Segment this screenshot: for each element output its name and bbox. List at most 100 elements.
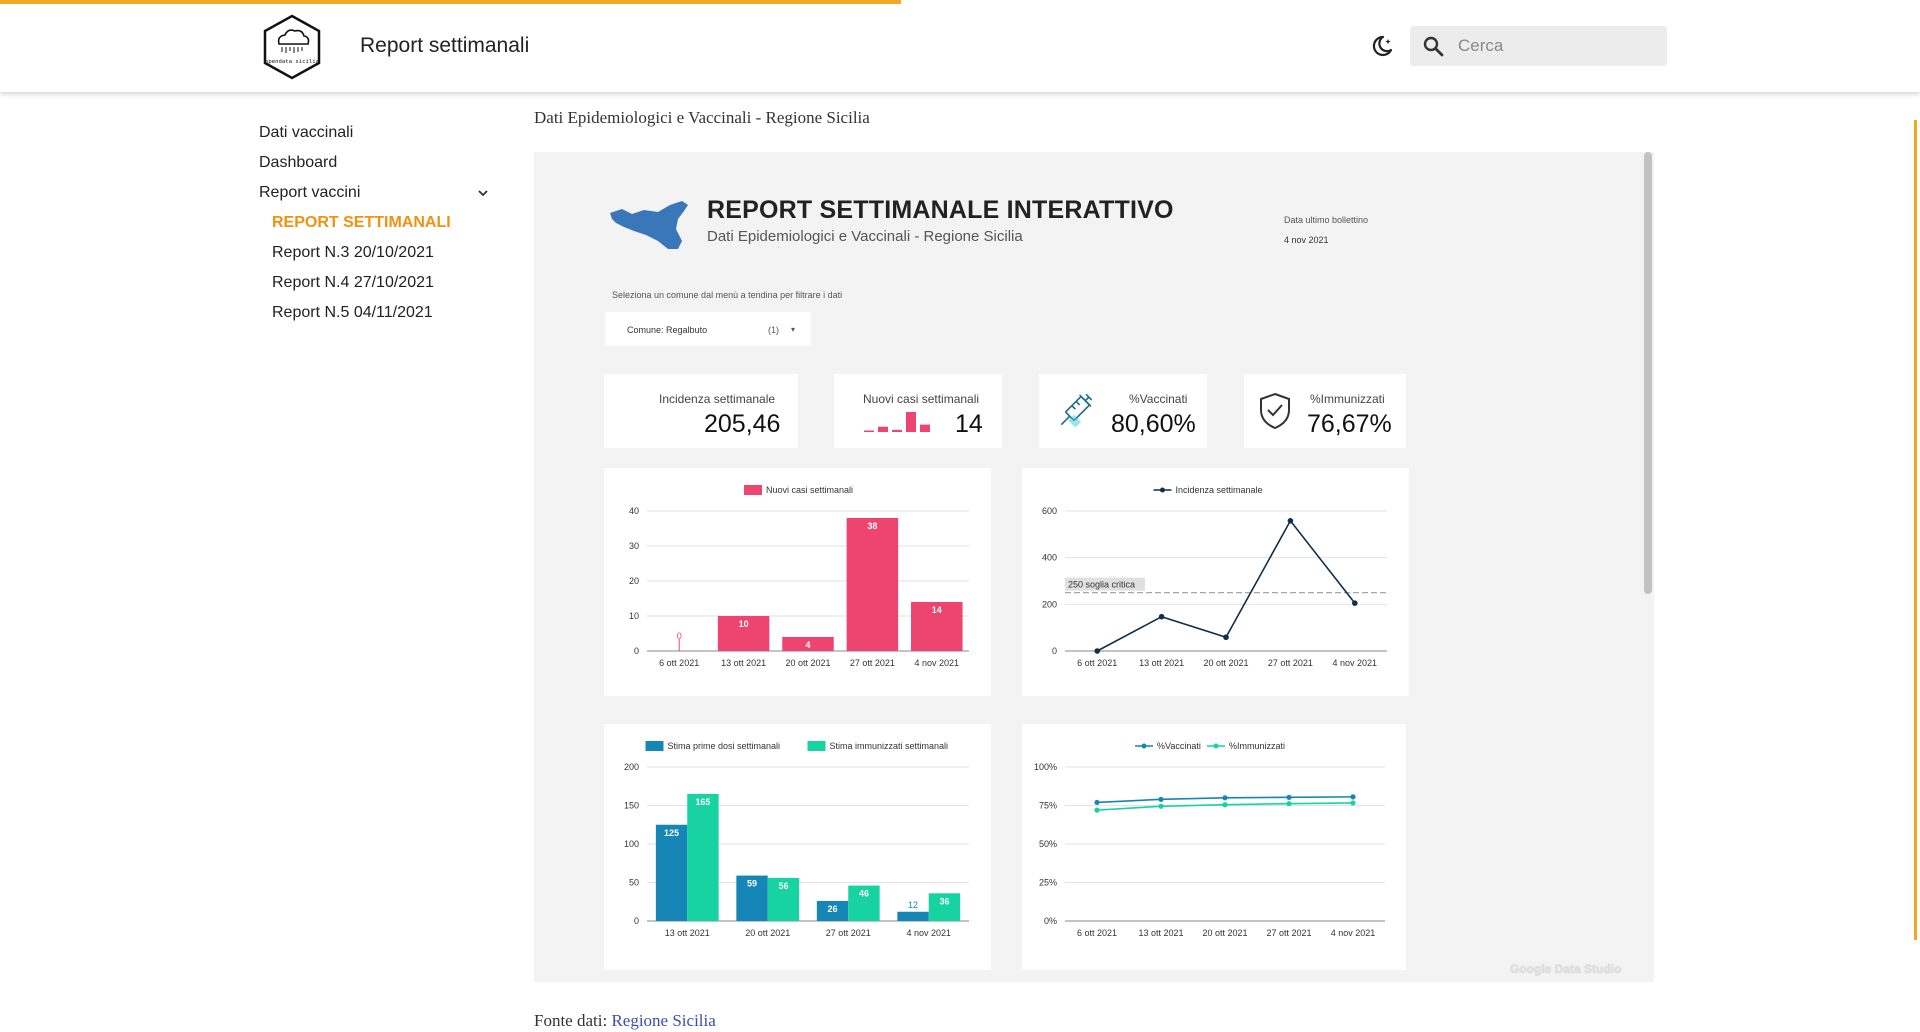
x-tick-label: 13 ott 2021: [721, 658, 766, 668]
sidebar-item-report-n4[interactable]: Report N.4 27/10/2021: [259, 268, 489, 298]
bar: [655, 824, 688, 921]
x-tick-label: 13 ott 2021: [665, 928, 710, 938]
data-point: [1222, 795, 1228, 801]
data-source-link[interactable]: Regione Sicilia: [611, 1011, 715, 1030]
sicily-map-icon: [610, 201, 688, 249]
sidebar-item-dashboard[interactable]: Dashboard: [259, 148, 489, 178]
y-tick-label: 100: [624, 839, 639, 849]
kpi-incidenza: Incidenza settimanale 205,46: [604, 374, 798, 448]
filter-instruction: Seleziona un comune dal menù a tendina p…: [612, 290, 843, 300]
page-load-progress: [0, 0, 901, 4]
data-point: [1286, 801, 1292, 807]
sparkline-bar: [864, 430, 874, 432]
data-label: 4: [805, 640, 810, 650]
last-bulletin-label: Data ultimo bollettino: [1284, 215, 1369, 225]
chart-nuovi-casi[interactable]: 0 10 20 30 40 6 ott 2021 13 ott 2021 20 ott 202…: [604, 468, 991, 696]
data-point: [1222, 802, 1228, 808]
y-tick-label: 10: [629, 611, 639, 621]
x-tick-label: 6 ott 2021: [1077, 658, 1117, 668]
kpi-value: 205,46: [704, 410, 781, 438]
comune-filter-dropdown[interactable]: Comune: Regalbuto (1) ▾: [605, 312, 811, 346]
y-tick-label: 0%: [1044, 916, 1057, 926]
y-tick-label: 40: [629, 506, 639, 516]
kpi-immunizzati: %Immunizzati 76,67%: [1244, 374, 1406, 448]
data-point: [1094, 648, 1100, 654]
chart-incidenza-svg: 0 200 400 600 6 ott 2021 13 ott 2021 20 ott 20…: [1042, 485, 1387, 668]
kpi-label: %Vaccinati: [1129, 392, 1188, 406]
sparkline-bar: [920, 424, 930, 432]
legend-label: Incidenza settimanale: [1176, 485, 1263, 495]
legend-swatch: [744, 485, 762, 495]
dark-mode-moon-icon[interactable]: [1368, 32, 1396, 60]
embedded-report-frame[interactable]: REPORT SETTIMANALE INTERATTIVO Dati Epid…: [534, 152, 1654, 982]
y-tick-label: 50%: [1039, 839, 1057, 849]
report-subtitle: Dati Epidemiologici e Vaccinali - Region…: [707, 228, 1023, 245]
search-box[interactable]: [1410, 26, 1667, 66]
y-tick-label: 0: [1052, 646, 1057, 656]
data-point: [1094, 799, 1100, 806]
y-tick-label: 20: [629, 576, 639, 586]
filter-count: (1): [768, 325, 779, 335]
data-point: [1352, 600, 1358, 606]
sidebar-item-report-vaccini[interactable]: Report vaccini: [259, 178, 489, 208]
data-label: 14: [932, 605, 942, 615]
sidebar-item-report-n5[interactable]: Report N.5 04/11/2021: [259, 298, 489, 328]
data-label: 10: [739, 619, 749, 629]
chart-dosi-svg: 0 50 100 150 200 13 ott 2021 20 ott 2021 27 ott…: [624, 741, 969, 938]
data-point: [1158, 796, 1164, 802]
x-tick-label: 27 ott 2021: [850, 658, 895, 668]
chart-incidenza[interactable]: 0 200 400 600 6 ott 2021 13 ott 2021 20 ott 20…: [1022, 468, 1409, 696]
data-label: 46: [859, 889, 869, 899]
x-tick-label: 20 ott 2021: [745, 928, 790, 938]
chart-percentuali-svg: 0% 25% 50% 75% 100% 6 ott 2021 13 ott 2021 20 o…: [1034, 741, 1385, 938]
data-label: 0: [677, 631, 682, 641]
x-tick-label: 4 nov 2021: [906, 928, 951, 938]
kpi-nuovi-casi: Nuovi casi settimanali 14: [834, 374, 1002, 448]
sparkline-bar: [892, 429, 902, 432]
search-input[interactable]: [1458, 26, 1658, 66]
y-tick-label: 400: [1042, 553, 1057, 563]
y-tick-label: 0: [634, 916, 639, 926]
bar: [687, 793, 719, 921]
data-source: Fonte dati: Regione Sicilia: [534, 1011, 716, 1031]
x-tick-label: 27 ott 2021: [1266, 928, 1311, 938]
data-point: [1350, 794, 1356, 800]
data-point: [1286, 794, 1292, 800]
threshold-label: 250 soglia critica: [1068, 580, 1135, 590]
kpi-value: 14: [955, 410, 983, 438]
chart-percentuali[interactable]: 0% 25% 50% 75% 100% 6 ott 2021 13 ott 2021 20 o…: [1022, 724, 1406, 970]
chart-dosi[interactable]: 0 50 100 150 200 13 ott 2021 20 ott 2021 27 ott…: [604, 724, 991, 970]
filter-value: Regalbuto: [666, 325, 708, 335]
page-scroll-indicator[interactable]: [1914, 120, 1917, 940]
chevron-down-icon[interactable]: [477, 187, 489, 199]
legend-label: %Immunizzati: [1229, 741, 1285, 751]
kpi-label: Nuovi casi settimanali: [863, 392, 980, 406]
data-point: [1223, 634, 1229, 641]
kpi-value: 76,67%: [1307, 410, 1392, 438]
legend-label: Stima immunizzati settimanali: [830, 741, 949, 751]
report-scrollbar[interactable]: [1644, 152, 1652, 594]
x-tick-label: 6 ott 2021: [659, 658, 699, 668]
y-tick-label: 0: [634, 646, 639, 656]
opendata-sicilia-logo[interactable]: opendata sicilia: [262, 14, 322, 80]
x-tick-label: 20 ott 2021: [785, 658, 830, 668]
x-tick-label: 4 nov 2021: [1331, 928, 1376, 938]
y-tick-label: 600: [1042, 506, 1057, 516]
site-header: opendata sicilia Report settimanali: [0, 0, 1920, 92]
sidebar-item-dati-vaccinali[interactable]: Dati vaccinali: [259, 118, 489, 148]
legend-label: Nuovi casi settimanali: [766, 485, 853, 495]
data-label: 59: [747, 879, 757, 889]
data-source-label: Fonte dati:: [534, 1011, 608, 1030]
logo-text: opendata sicilia: [265, 59, 319, 65]
bar: [846, 518, 899, 651]
sidebar-nav: Dati vaccinali Dashboard Report vaccini …: [259, 118, 489, 328]
data-label: 165: [695, 797, 710, 807]
dropdown-arrow-icon: ▾: [791, 325, 796, 334]
last-bulletin-date: 4 nov 2021: [1284, 235, 1329, 245]
data-label: 38: [867, 521, 877, 531]
sidebar-item-report-settimanali[interactable]: REPORT SETTIMANALI: [259, 208, 489, 238]
sidebar-item-report-n3[interactable]: Report N.3 20/10/2021: [259, 238, 489, 268]
shield-check-icon: [1260, 392, 1290, 430]
kpi-label: Incidenza settimanale: [659, 392, 776, 406]
x-tick-label: 4 nov 2021: [915, 658, 960, 668]
